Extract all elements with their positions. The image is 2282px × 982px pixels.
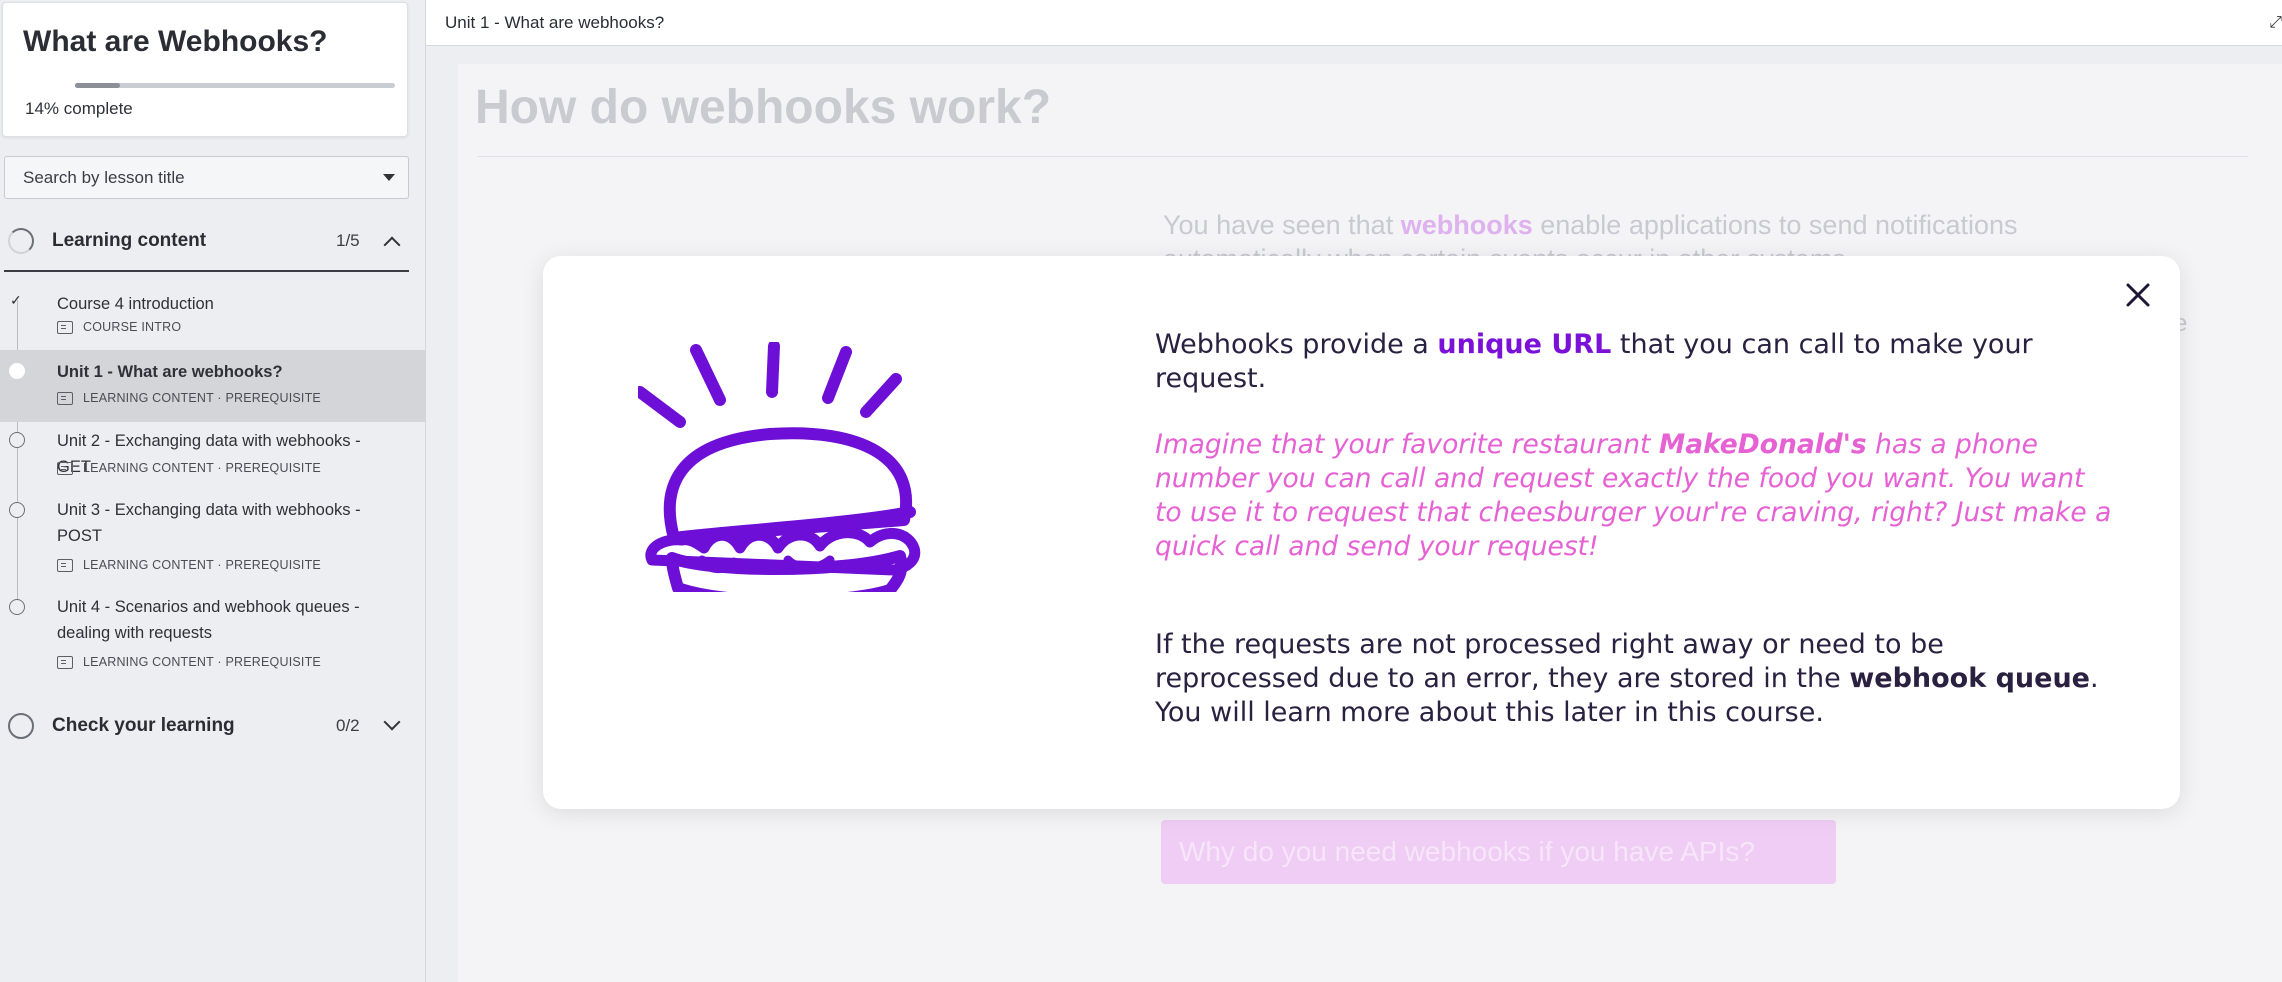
breadcrumb: Unit 1 - What are webhooks? bbox=[445, 13, 665, 32]
course-title: What are Webhooks? bbox=[23, 25, 328, 58]
progress-ring-icon bbox=[8, 713, 34, 739]
lesson-item-unit-3[interactable]: Unit 3 - Exchanging data with webhooks -… bbox=[0, 500, 426, 590]
chevron-up-icon bbox=[383, 236, 401, 254]
lesson-item-unit-4[interactable]: Unit 4 - Scenarios and webhook queues - … bbox=[0, 597, 426, 687]
lesson-status-dot bbox=[9, 363, 25, 379]
chevron-down-icon bbox=[383, 713, 401, 731]
lesson-meta: COURSE INTRO bbox=[57, 320, 181, 334]
progress-ring-icon bbox=[8, 228, 34, 254]
burger-icon bbox=[638, 342, 921, 592]
progress-bar bbox=[75, 83, 395, 88]
lesson-item-unit-2[interactable]: Unit 2 - Exchanging data with webhooks -… bbox=[0, 426, 426, 496]
section-check-your-learning[interactable]: Check your learning 0/2 bbox=[4, 706, 409, 746]
lesson-title: Unit 3 - Exchanging data with webhooks -… bbox=[57, 501, 361, 545]
modal-body: Webhooks provide a unique URL that you c… bbox=[1155, 328, 2115, 730]
section-divider bbox=[4, 270, 409, 272]
slides-icon bbox=[57, 461, 73, 475]
close-icon[interactable] bbox=[2121, 278, 2155, 312]
intro-highlight: webhooks bbox=[1400, 210, 1533, 240]
document-icon bbox=[57, 320, 73, 334]
lesson-meta: LEARNING CONTENT · PREREQUISITE bbox=[57, 391, 321, 405]
p3-before: If the requests are not processed right … bbox=[1155, 629, 1944, 694]
lesson-meta: LEARNING CONTENT · PREREQUISITE bbox=[57, 655, 321, 669]
lesson-status-dot bbox=[9, 432, 25, 448]
p2-brand: MakeDonald's bbox=[1658, 429, 1867, 460]
check-icon: ✓ bbox=[10, 292, 22, 308]
lesson-status-dot bbox=[9, 502, 25, 518]
lesson-meta-label: LEARNING CONTENT · PREREQUISITE bbox=[83, 655, 321, 669]
modal-paragraph-1: Webhooks provide a unique URL that you c… bbox=[1155, 328, 2115, 396]
lesson-meta: LEARNING CONTENT · PREREQUISITE bbox=[57, 558, 321, 572]
progress-text: 14% complete bbox=[25, 99, 133, 119]
why-webhooks-button[interactable]: Why do you need webhooks if you have API… bbox=[1161, 820, 1836, 884]
lesson-meta-label: LEARNING CONTENT · PREREQUISITE bbox=[83, 391, 321, 405]
section-learning-content[interactable]: Learning content 1/5 bbox=[4, 221, 409, 261]
lesson-meta-label: LEARNING CONTENT · PREREQUISITE bbox=[83, 558, 321, 572]
lesson-search-select[interactable]: Search by lesson title bbox=[4, 156, 409, 199]
modal-paragraph-2: Imagine that your favorite restaurant Ma… bbox=[1155, 428, 2115, 564]
section-count: 1/5 bbox=[336, 231, 360, 250]
course-progress-card: What are Webhooks? 14% complete bbox=[2, 2, 408, 137]
lesson-title: Course 4 introduction bbox=[57, 295, 214, 313]
lesson-heading: How do webhooks work? bbox=[475, 81, 1052, 134]
slides-icon bbox=[57, 655, 73, 669]
lesson-search-placeholder: Search by lesson title bbox=[23, 167, 185, 187]
p3-bold: webhook queue bbox=[1849, 663, 2090, 694]
slides-icon bbox=[57, 558, 73, 572]
expand-icon[interactable]: ⤢ bbox=[2269, 14, 2282, 32]
lesson-topbar: Unit 1 - What are webhooks? ⤢ bbox=[426, 0, 2282, 46]
progress-suffix: complete bbox=[63, 99, 133, 118]
lesson-status-dot bbox=[9, 599, 25, 615]
section-label: Check your learning bbox=[52, 715, 235, 736]
lesson-meta-label: COURSE INTRO bbox=[83, 320, 182, 334]
intro-before: You have seen that bbox=[1163, 210, 1401, 240]
progress-percent: 14% bbox=[25, 99, 60, 118]
p2-before: Imagine that your favorite restaurant bbox=[1155, 429, 1659, 460]
lesson-item-unit-1[interactable]: Unit 1 - What are webhooks? LEARNING CON… bbox=[0, 350, 426, 422]
lesson-title: Unit 1 - What are webhooks? bbox=[57, 363, 283, 381]
p1-before: Webhooks provide a bbox=[1155, 329, 1438, 360]
modal-paragraph-3: If the requests are not processed right … bbox=[1155, 628, 2115, 730]
progress-bar-fill bbox=[75, 83, 120, 88]
intro-after: enable applications to send notification… bbox=[1532, 210, 2018, 240]
course-sidebar: What are Webhooks? 14% complete Search b… bbox=[0, 0, 426, 982]
section-label: Learning content bbox=[52, 230, 207, 251]
p1-highlight: unique URL bbox=[1437, 329, 1612, 360]
lesson-title: Unit 4 - Scenarios and webhook queues - … bbox=[57, 598, 360, 642]
lesson-meta: LEARNING CONTENT · PREREQUISITE bbox=[57, 461, 321, 475]
slides-icon bbox=[57, 391, 73, 405]
lesson-meta-label: LEARNING CONTENT · PREREQUISITE bbox=[83, 461, 321, 475]
heading-divider bbox=[478, 156, 2248, 157]
lesson-item-course-intro[interactable]: ✓ Course 4 introduction COURSE INTRO bbox=[0, 288, 426, 348]
info-modal: Webhooks provide a unique URL that you c… bbox=[543, 256, 2180, 809]
section-count: 0/2 bbox=[336, 716, 360, 735]
caret-down-icon bbox=[383, 174, 395, 181]
